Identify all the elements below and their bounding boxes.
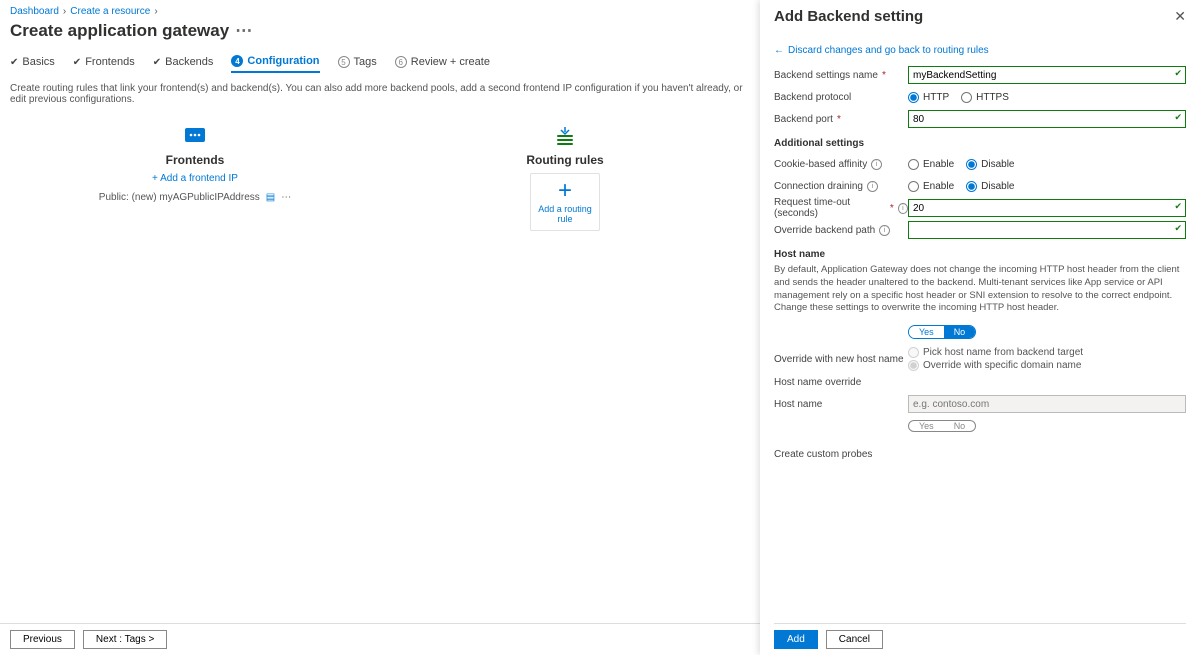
tab-review-create[interactable]: 6Review + create (395, 55, 490, 73)
discard-link[interactable]: ← Discard changes and go back to routing… (774, 45, 1186, 56)
hostname-yesno-toggle: YesNo (908, 420, 976, 432)
affinity-enable-radio[interactable]: Enable (908, 159, 954, 170)
protocol-http-radio[interactable]: HTTP (908, 92, 949, 103)
chevron-right-icon: › (63, 6, 66, 17)
frontend-ip-label: Public: (new) myAGPublicIPAddress (99, 192, 260, 203)
tab-backends[interactable]: Backends (153, 55, 214, 73)
close-icon[interactable]: ✕ (1174, 8, 1186, 25)
routing-rules-icon (552, 123, 578, 149)
breadcrumb: Dashboard › Create a resource › (10, 6, 750, 17)
breadcrumb-dashboard[interactable]: Dashboard (10, 6, 59, 17)
draining-enable-radio[interactable]: Enable (908, 181, 954, 192)
add-routing-rule-card[interactable]: + Add a routing rule (530, 173, 600, 231)
add-backend-setting-panel: Add Backend setting ✕ ← Discard changes … (760, 0, 1200, 655)
next-button[interactable]: Next : Tags > (83, 630, 167, 649)
label-affinity: Cookie-based affinity (774, 159, 867, 170)
label-timeout: Request time-out (seconds) (774, 197, 886, 219)
plus-icon: + (535, 182, 595, 200)
label-override-path: Override backend path (774, 225, 875, 236)
info-icon[interactable]: i (898, 203, 908, 214)
hostname-heading: Host name (774, 249, 1186, 260)
check-icon (73, 56, 81, 68)
previous-button[interactable]: Previous (10, 630, 75, 649)
backend-setting-form: Backend settings name * Backend protocol… (774, 64, 1186, 465)
override-hostname-toggle[interactable]: Yes No (908, 325, 976, 339)
toggle-no: No (944, 326, 976, 338)
breadcrumb-create-resource[interactable]: Create a resource (70, 6, 150, 17)
host-name-input (908, 395, 1186, 413)
check-icon (10, 56, 18, 68)
affinity-disable-radio[interactable]: Disable (966, 159, 1014, 170)
label-custom-probes: Create custom probes (774, 449, 872, 460)
routing-rules-column: Routing rules + Add a routing rule (455, 123, 675, 231)
row-more-icon[interactable]: ⋯ (281, 192, 291, 203)
label-port: Backend port (774, 114, 833, 125)
hostname-note: By default, Application Gateway does not… (774, 264, 1186, 315)
main-area: Dashboard › Create a resource › Create a… (0, 0, 760, 655)
frontends-icon (182, 123, 208, 149)
configuration-canvas: Frontends + Add a frontend IP Public: (n… (10, 123, 750, 231)
pick-from-backend-radio[interactable]: Pick host name from backend target (908, 347, 1186, 358)
arrow-left-icon: ← (774, 45, 784, 56)
label-override-new: Override with new host name (774, 354, 904, 365)
edit-icon[interactable]: ▤ (266, 192, 275, 203)
cancel-button[interactable]: Cancel (826, 630, 883, 649)
add-frontend-ip-link[interactable]: + Add a frontend IP (85, 173, 305, 184)
label-protocol: Backend protocol (774, 92, 851, 103)
protocol-https-radio[interactable]: HTTPS (961, 92, 1009, 103)
instruction-text: Create routing rules that link your fron… (10, 83, 750, 105)
override-specific-radio[interactable]: Override with specific domain name (908, 360, 1186, 371)
tab-basics[interactable]: Basics (10, 55, 55, 73)
panel-title: Add Backend setting (774, 8, 923, 25)
info-icon[interactable]: i (867, 181, 878, 192)
backend-settings-name-input[interactable] (908, 66, 1186, 84)
check-icon (153, 56, 161, 68)
add-rule-text: Add a routing rule (535, 204, 595, 224)
backend-port-input[interactable] (908, 110, 1186, 128)
label-draining: Connection draining (774, 181, 863, 192)
more-icon[interactable]: ⋯ (235, 21, 252, 41)
info-icon[interactable]: i (879, 225, 890, 236)
chevron-right-icon: › (154, 6, 157, 17)
tab-configuration[interactable]: 4Configuration (231, 55, 319, 73)
frontends-title: Frontends (85, 153, 305, 167)
frontends-column: Frontends + Add a frontend IP Public: (n… (85, 123, 305, 231)
routing-rules-title: Routing rules (455, 153, 675, 167)
additional-settings-heading: Additional settings (774, 138, 1186, 149)
step-number-icon: 6 (395, 56, 407, 68)
frontend-ip-row: Public: (new) myAGPublicIPAddress ▤ ⋯ (85, 192, 305, 203)
page-title-text: Create application gateway (10, 21, 229, 41)
override-backend-path-input[interactable] (908, 221, 1186, 239)
step-number-icon: 5 (338, 56, 350, 68)
add-button[interactable]: Add (774, 630, 818, 649)
step-current-icon: 4 (231, 55, 243, 67)
draining-disable-radio[interactable]: Disable (966, 181, 1014, 192)
tab-frontends[interactable]: Frontends (73, 55, 135, 73)
page-title: Create application gateway ⋯ (10, 21, 750, 41)
toggle-yes: Yes (909, 326, 944, 338)
tab-tags[interactable]: 5Tags (338, 55, 377, 73)
panel-footer: Add Cancel (774, 623, 1186, 655)
info-icon[interactable]: i (871, 159, 882, 170)
label-host: Host name (774, 399, 822, 410)
request-timeout-input[interactable] (908, 199, 1186, 217)
wizard-tabs: Basics Frontends Backends 4Configuration… (10, 55, 750, 73)
label-host-override: Host name override (774, 377, 861, 388)
label-name: Backend settings name (774, 70, 878, 81)
wizard-footer: Previous Next : Tags > (0, 623, 760, 655)
